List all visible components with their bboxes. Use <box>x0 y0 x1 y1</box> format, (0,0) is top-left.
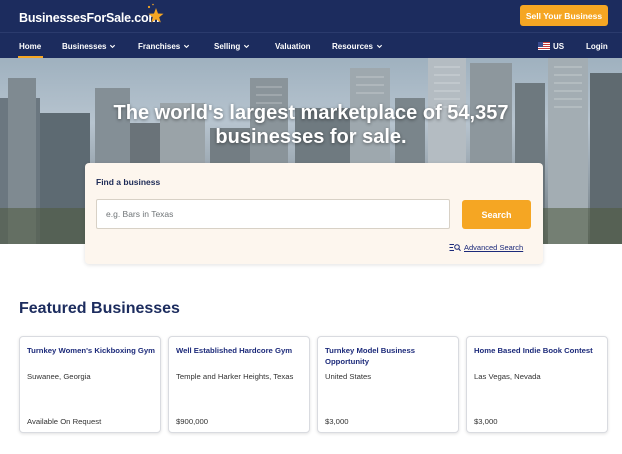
nav-resources-label: Resources <box>332 41 373 51</box>
business-card-location: Temple and Harker Heights, Texas <box>176 372 294 381</box>
chevron-down-icon <box>244 44 250 48</box>
login-link[interactable]: Login <box>586 33 608 59</box>
nav-resources[interactable]: Resources <box>332 33 383 59</box>
hero-title-line-1: The world's largest marketplace of 54,35… <box>113 102 509 124</box>
chevron-down-icon <box>184 44 190 48</box>
nav-franchises-label: Franchises <box>138 41 181 51</box>
nav-selling-label: Selling <box>214 41 241 51</box>
business-card-title[interactable]: Well Established Hardcore Gym <box>176 346 306 357</box>
business-card[interactable]: Turnkey Women's Kickboxing Gym Suwanee, … <box>19 336 161 433</box>
business-card[interactable]: Turnkey Model Business Opportunity Unite… <box>317 336 459 433</box>
business-card-title[interactable]: Turnkey Model Business Opportunity <box>325 346 455 367</box>
main-nav: Home Businesses Franchises Selling Valua… <box>0 32 622 58</box>
nav-businesses[interactable]: Businesses <box>62 33 116 59</box>
search-button[interactable]: Search <box>462 200 531 229</box>
top-bar: BusinessesForSale.com Sell Your Business <box>0 0 622 32</box>
nav-businesses-label: Businesses <box>62 41 107 51</box>
chevron-down-icon <box>110 44 116 48</box>
us-flag-icon <box>538 42 550 50</box>
nav-franchises[interactable]: Franchises <box>138 33 190 59</box>
hero-title-line-2: businesses for sale. <box>215 126 407 148</box>
nav-selling[interactable]: Selling <box>214 33 250 59</box>
business-card-location: Las Vegas, Nevada <box>474 372 541 381</box>
business-card-location: United States <box>325 372 372 381</box>
site-logo[interactable]: BusinessesForSale.com <box>19 3 164 25</box>
nav-home-label: Home <box>19 41 42 51</box>
logo-text: BusinessesForSale.com <box>19 11 160 25</box>
filter-search-icon <box>449 244 461 252</box>
search-input[interactable] <box>96 199 450 229</box>
advanced-search-link[interactable]: Advanced Search <box>449 243 523 252</box>
star-icon <box>147 3 164 23</box>
business-card-location: Suwanee, Georgia <box>27 372 91 381</box>
search-label: Find a business <box>96 177 161 187</box>
business-card-price: $3,000 <box>325 417 349 426</box>
region-selector[interactable]: US <box>538 33 564 59</box>
sell-your-business-button[interactable]: Sell Your Business <box>520 5 608 26</box>
advanced-search-label: Advanced Search <box>464 243 524 252</box>
business-card[interactable]: Well Established Hardcore Gym Temple and… <box>168 336 310 433</box>
business-card[interactable]: Home Based Indie Book Contest Las Vegas,… <box>466 336 608 433</box>
featured-heading: Featured Businesses <box>19 300 180 317</box>
business-card-price: Available On Request <box>27 417 102 426</box>
business-card-title[interactable]: Turnkey Women's Kickboxing Gym <box>27 346 157 357</box>
chevron-down-icon <box>376 44 383 48</box>
login-label: Login <box>586 41 608 51</box>
business-card-price: $900,000 <box>176 417 209 426</box>
search-panel: Find a business Search Advanced Search <box>85 163 543 264</box>
business-card-price: $3,000 <box>474 417 498 426</box>
business-card-title[interactable]: Home Based Indie Book Contest <box>474 346 604 357</box>
nav-valuation-label: Valuation <box>275 41 311 51</box>
nav-valuation[interactable]: Valuation <box>275 33 311 59</box>
region-label: US <box>553 41 565 51</box>
